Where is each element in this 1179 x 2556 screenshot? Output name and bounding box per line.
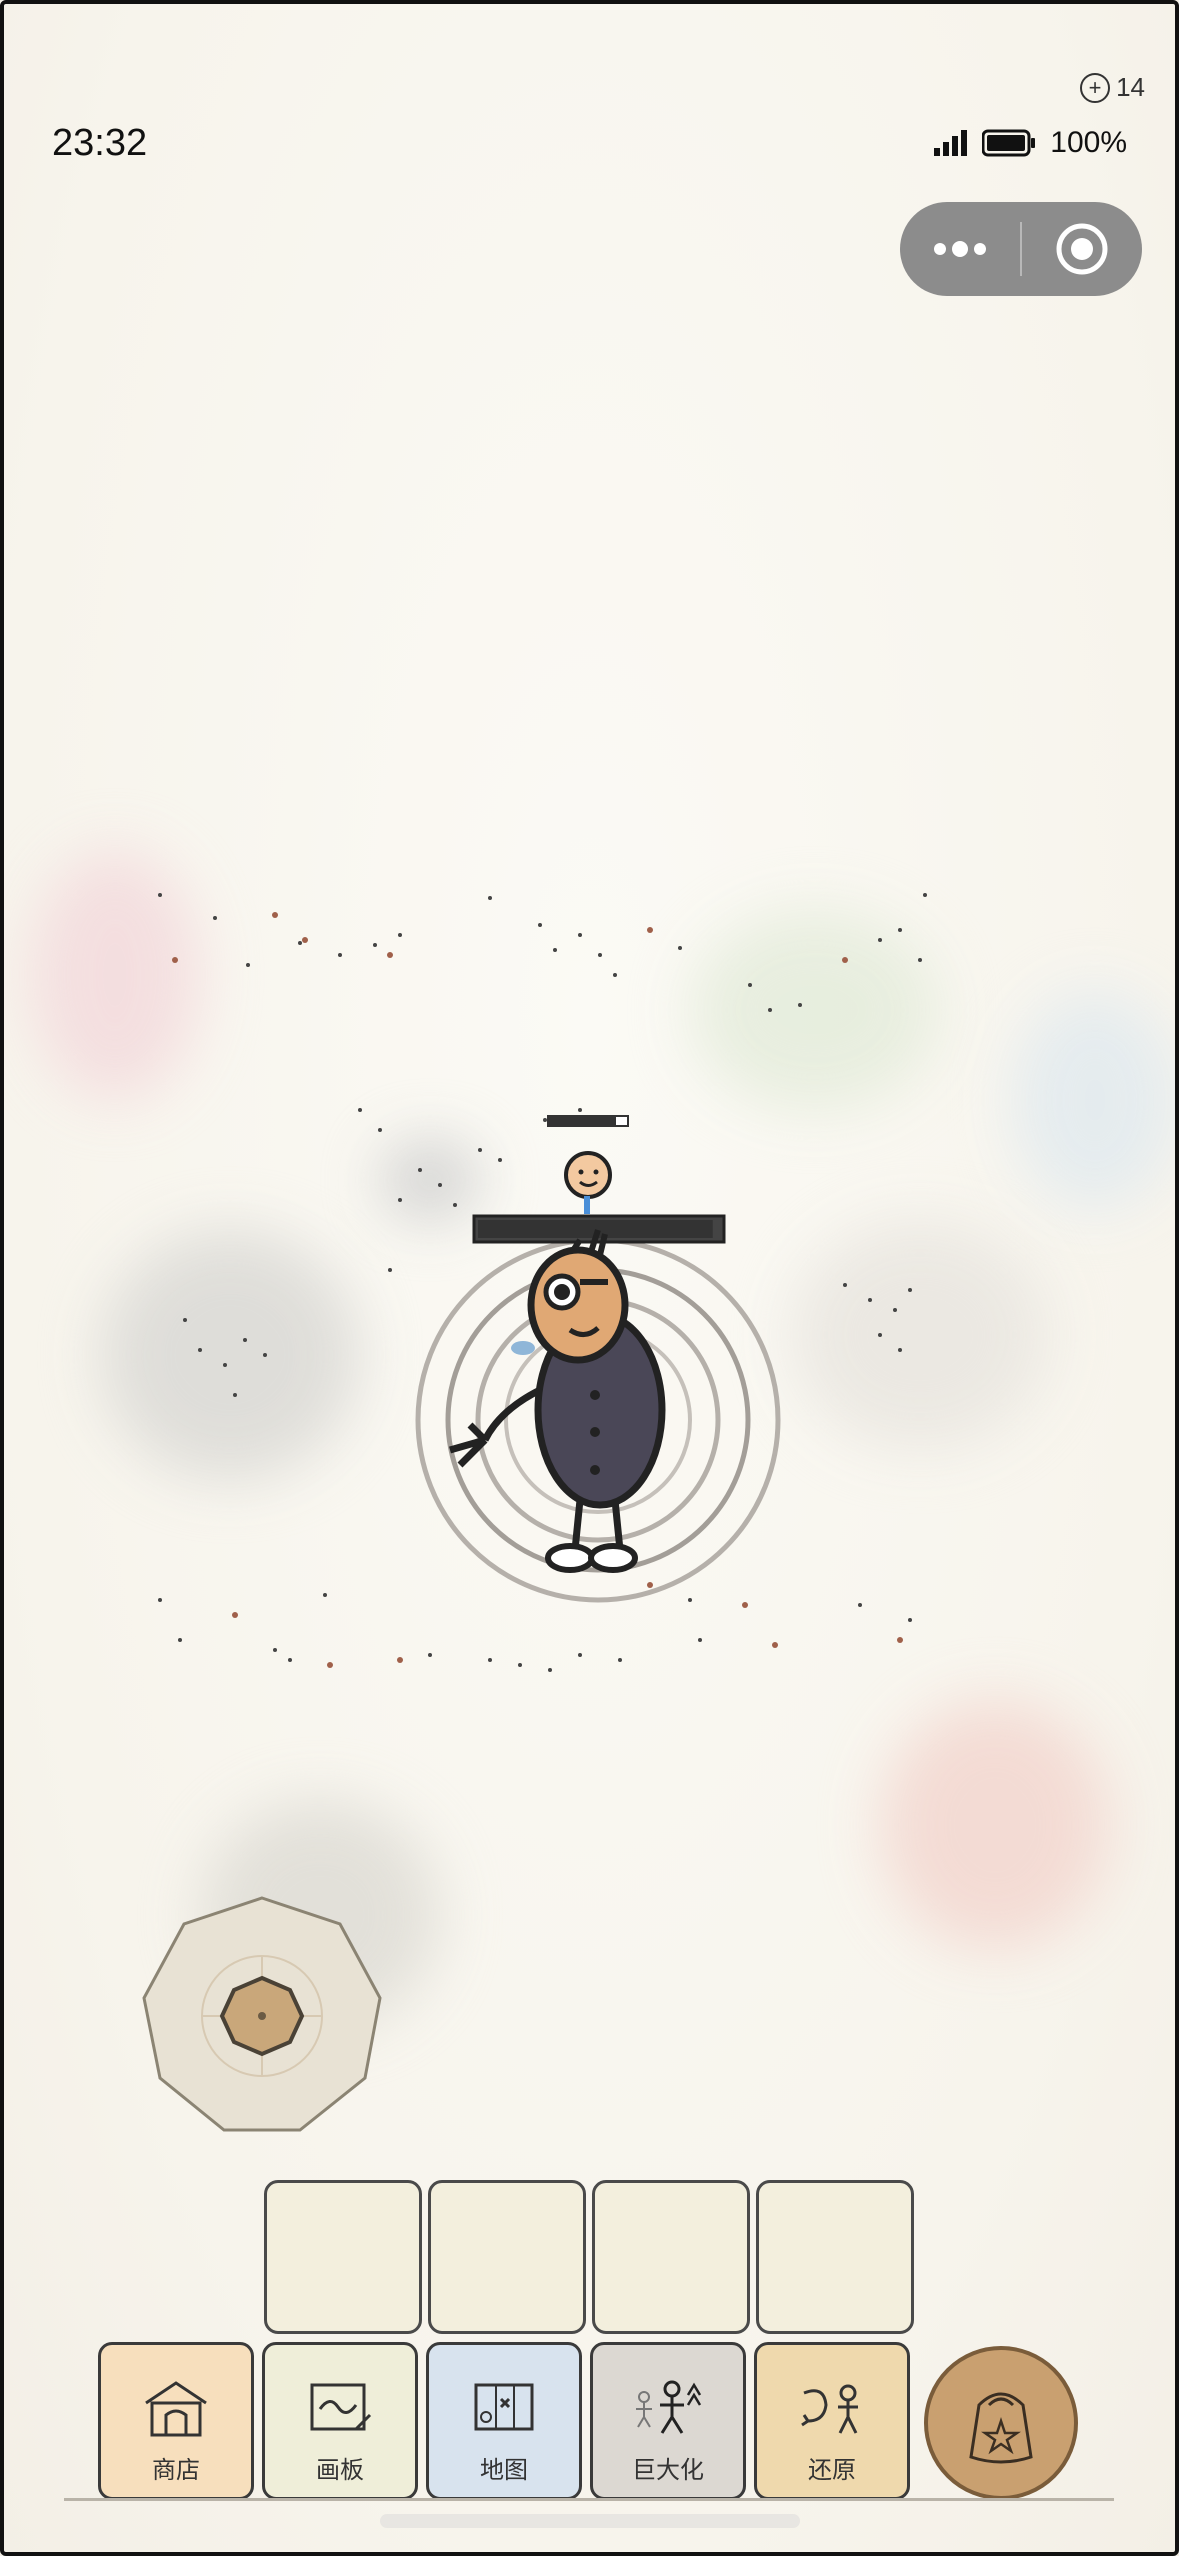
status-bar: 23:32 + 14 100% xyxy=(0,0,1179,200)
status-time: 23:32 xyxy=(52,122,148,164)
toolbar-baseline xyxy=(64,2498,1114,2501)
home-indicator[interactable] xyxy=(380,2514,800,2528)
enemy-health-bar-fill xyxy=(548,1116,616,1126)
shop-label: 商店 xyxy=(152,2456,200,2484)
shop-icon xyxy=(145,2381,207,2437)
virtual-joystick[interactable] xyxy=(140,1894,384,2138)
bottom-toolbar: 商店 画板 地图 巨大化 还原 xyxy=(98,2342,1078,2500)
more-dots-icon xyxy=(934,241,986,257)
shop-button[interactable]: 商店 xyxy=(98,2342,254,2500)
backpack-button[interactable] xyxy=(924,2346,1078,2500)
game-world xyxy=(0,0,1179,2556)
giant-label: 巨大化 xyxy=(632,2456,704,2484)
notification-count: 14 xyxy=(1116,72,1145,102)
battery-icon xyxy=(982,129,1036,157)
target-close-icon xyxy=(1056,223,1108,275)
close-button[interactable] xyxy=(1022,202,1142,296)
inventory-slots xyxy=(264,2180,914,2334)
map-button[interactable]: 地图 xyxy=(426,2342,582,2500)
restore-label: 还原 xyxy=(808,2456,856,2484)
restore-button[interactable]: 还原 xyxy=(754,2342,910,2500)
inventory-slot[interactable] xyxy=(428,2180,586,2334)
map-icon xyxy=(474,2383,534,2431)
backpack-icon xyxy=(969,2392,1033,2464)
giant-button[interactable]: 巨大化 xyxy=(590,2342,746,2500)
drawing-board-button[interactable]: 画板 xyxy=(262,2342,418,2500)
notification-badge: + 14 xyxy=(1080,72,1145,103)
inventory-slot[interactable] xyxy=(264,2180,422,2334)
miniprogram-capsule xyxy=(900,202,1142,296)
giant-icon xyxy=(636,2380,702,2434)
signal-icon xyxy=(934,130,968,156)
battery-percentage: 100% xyxy=(1050,126,1127,159)
inventory-slot[interactable] xyxy=(592,2180,750,2334)
map-label: 地图 xyxy=(480,2456,528,2484)
plus-circle-icon: + xyxy=(1080,72,1111,103)
inventory-slot[interactable] xyxy=(756,2180,914,2334)
restore-icon xyxy=(801,2384,858,2434)
system-icons: 100% xyxy=(934,126,1127,160)
drawing-board-icon xyxy=(310,2383,372,2431)
player-character[interactable] xyxy=(430,1200,730,1580)
drawing-board-label: 画板 xyxy=(316,2456,364,2484)
more-button[interactable] xyxy=(900,202,1020,296)
